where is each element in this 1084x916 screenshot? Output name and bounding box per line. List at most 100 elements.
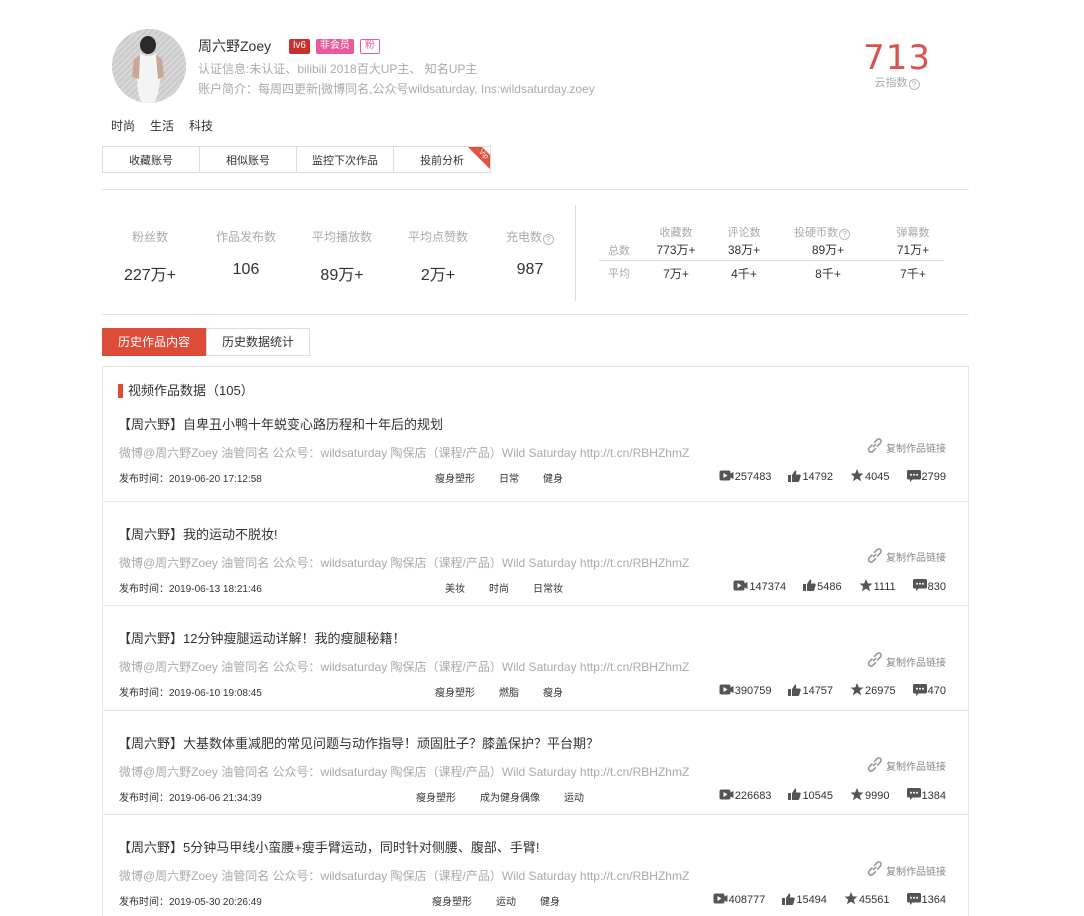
video-tags: 瘦身塑形 运动 健身 (432, 893, 584, 908)
link-icon (866, 547, 883, 567)
help-icon[interactable]: ? (543, 234, 554, 245)
divider (102, 189, 969, 190)
grid-avg-comments: 4千+ (731, 267, 757, 281)
video-title[interactable]: 【周六野】我的运动不脱妆! (118, 524, 278, 543)
video-metrics: 147374 5486 1111 830 (716, 578, 946, 595)
star-icon (850, 469, 865, 485)
comment-icon (906, 892, 922, 908)
publish-time: 发布时间：2019-06-10 19:08:45 (119, 688, 262, 699)
tab-history-content[interactable]: 历史作品内容 (102, 328, 207, 356)
link-icon (866, 860, 883, 880)
avatar (112, 29, 186, 103)
coin-count: 9990 (850, 787, 890, 804)
video-tag[interactable]: 瘦身塑形 (416, 789, 456, 804)
thumbs-up-icon (788, 470, 802, 485)
publish-time: 发布时间：2019-05-30 20:26:49 (119, 897, 262, 908)
cloud-index: 713 云指数? (863, 40, 931, 90)
cert-info: 认证信息:未认证、bilibili 2018百大UP主、 知名UP主 (198, 62, 478, 76)
video-tag[interactable]: 瘦身塑形 (435, 684, 475, 699)
grid-total-coins: 89万+ (811, 243, 845, 257)
comment-icon (906, 788, 922, 803)
play-icon (719, 684, 735, 698)
like-count: 15494 (782, 893, 827, 908)
coin-count: 4045 (850, 469, 890, 485)
profile-tag[interactable]: 科技 (189, 117, 213, 134)
divider (102, 314, 969, 315)
comment-icon (912, 683, 928, 699)
video-tag[interactable]: 运动 (564, 789, 584, 804)
action-bar: 收藏账号 相似账号 监控下次作品 投前分析 Vip (102, 146, 491, 173)
play-count: 226683 (719, 789, 771, 803)
copy-link-button[interactable]: 复制作品链接 (866, 860, 946, 880)
video-title[interactable]: 【周六野】大基数体重减肥的常见问题与动作指导！顽固肚子？膝盖保护？平台期？ (118, 733, 599, 752)
video-tags: 美妆 时尚 日常妆 (445, 580, 587, 595)
row-label-total: 总数 (608, 245, 630, 257)
help-icon[interactable]: ? (839, 229, 850, 240)
comment-icon (906, 469, 922, 485)
copy-link-button[interactable]: 复制作品链接 (866, 756, 946, 776)
collect-account-button[interactable]: 收藏账号 (102, 146, 200, 173)
video-tag[interactable]: 运动 (496, 893, 516, 908)
video-tag[interactable]: 燃脂 (499, 684, 519, 699)
like-count: 14792 (788, 470, 833, 485)
video-tags: 瘦身塑形 燃脂 瘦身 (435, 684, 587, 699)
row-label-avg: 平均 (608, 268, 630, 280)
grid-divider (599, 260, 944, 261)
video-description: 微博@周六野Zoey 油管同名 公众号：wildsaturday 陶保店（课程/… (119, 869, 690, 883)
video-title[interactable]: 【周六野】12分钟瘦腿运动详解！我的瘦腿秘籍！ (118, 628, 405, 647)
video-list: 视频作品数据（105） 【周六野】自卑丑小鸭十年蜕变心路历程和十年后的规划 微博@… (102, 366, 969, 916)
grid-header-coins: 投硬币数? (782, 224, 862, 240)
video-description: 微博@周六野Zoey 油管同名 公众号：wildsaturday 陶保店（课程/… (119, 660, 690, 674)
video-tag[interactable]: 健身 (543, 470, 563, 485)
profile-tag[interactable]: 生活 (150, 117, 174, 134)
video-item: 【周六野】大基数体重减肥的常见问题与动作指导！顽固肚子？膝盖保护？平台期？ 微博@… (103, 709, 968, 815)
grid-avg-coins: 8千+ (815, 267, 841, 281)
copy-link-button[interactable]: 复制作品链接 (866, 651, 946, 671)
video-tag[interactable]: 成为健身偶像 (480, 789, 540, 804)
video-title[interactable]: 【周六野】5分钟马甲线小蛮腰+瘦手臂运动，同时针对侧腰、腹部、手臂! (118, 837, 539, 856)
play-count: 390759 (719, 684, 771, 698)
profile-tag[interactable]: 时尚 (111, 117, 135, 134)
video-item: 【周六野】12分钟瘦腿运动详解！我的瘦腿秘籍！ 微博@周六野Zoey 油管同名 公… (103, 605, 968, 710)
video-tag[interactable]: 瘦身 (543, 684, 563, 699)
copy-link-button[interactable]: 复制作品链接 (866, 547, 946, 567)
profile-name: 周六野Zoey (198, 38, 272, 54)
video-description: 微博@周六野Zoey 油管同名 公众号：wildsaturday 陶保店（课程/… (119, 555, 690, 570)
video-tag[interactable]: 瘦身塑形 (435, 470, 475, 485)
thumbs-up-icon (782, 893, 796, 908)
video-tags: 瘦身塑形 成为健身偶像 运动 (416, 789, 608, 804)
thumbs-up-icon (788, 788, 802, 803)
similar-accounts-button[interactable]: 相似账号 (199, 146, 297, 173)
play-icon (733, 580, 749, 594)
star-icon (859, 578, 874, 595)
stat-avg-play: 平均播放数 89万+ (311, 230, 372, 284)
comment-count: 1364 (906, 892, 946, 908)
video-tag[interactable]: 日常 (499, 470, 519, 485)
video-tag[interactable]: 时尚 (489, 580, 509, 595)
play-count: 408777 (713, 893, 765, 907)
profile-name-row: 周六野Zoey lv6 非会员 粉 (198, 37, 386, 55)
copy-link-button[interactable]: 复制作品链接 (866, 437, 946, 457)
tab-history-stats[interactable]: 历史数据统计 (206, 328, 311, 356)
fan-badge: 粉 (359, 38, 380, 54)
video-tag[interactable]: 日常妆 (533, 580, 563, 595)
comment-icon (912, 579, 928, 594)
comment-count: 2799 (906, 469, 946, 485)
grid-total-danmaku: 71万+ (896, 243, 930, 257)
monitor-next-button[interactable]: 监控下次作品 (296, 146, 394, 173)
video-title[interactable]: 【周六野】自卑丑小鸭十年蜕变心路历程和十年后的规划 (118, 414, 443, 433)
stat-fans: 粉丝数 227万+ (123, 230, 177, 284)
video-metrics: 408777 15494 45561 1364 (696, 892, 946, 908)
coin-count: 45561 (844, 892, 890, 908)
video-metrics: 390759 14757 26975 470 (702, 683, 946, 699)
video-tag[interactable]: 美妆 (445, 580, 465, 595)
video-tags: 瘦身塑形 日常 健身 (435, 470, 587, 485)
link-icon (866, 756, 883, 776)
account-intro: 账户简介：每周四更新|微博同名,公众号wildsaturday, Ins:wil… (198, 82, 595, 96)
help-icon[interactable]: ? (908, 79, 920, 90)
pre-analysis-button[interactable]: 投前分析 Vip (393, 146, 491, 173)
vip-ribbon: Vip (465, 147, 490, 172)
video-tag[interactable]: 瘦身塑形 (432, 893, 472, 908)
stat-charge: 充电数? 987 (482, 228, 578, 279)
video-tag[interactable]: 健身 (540, 893, 560, 908)
